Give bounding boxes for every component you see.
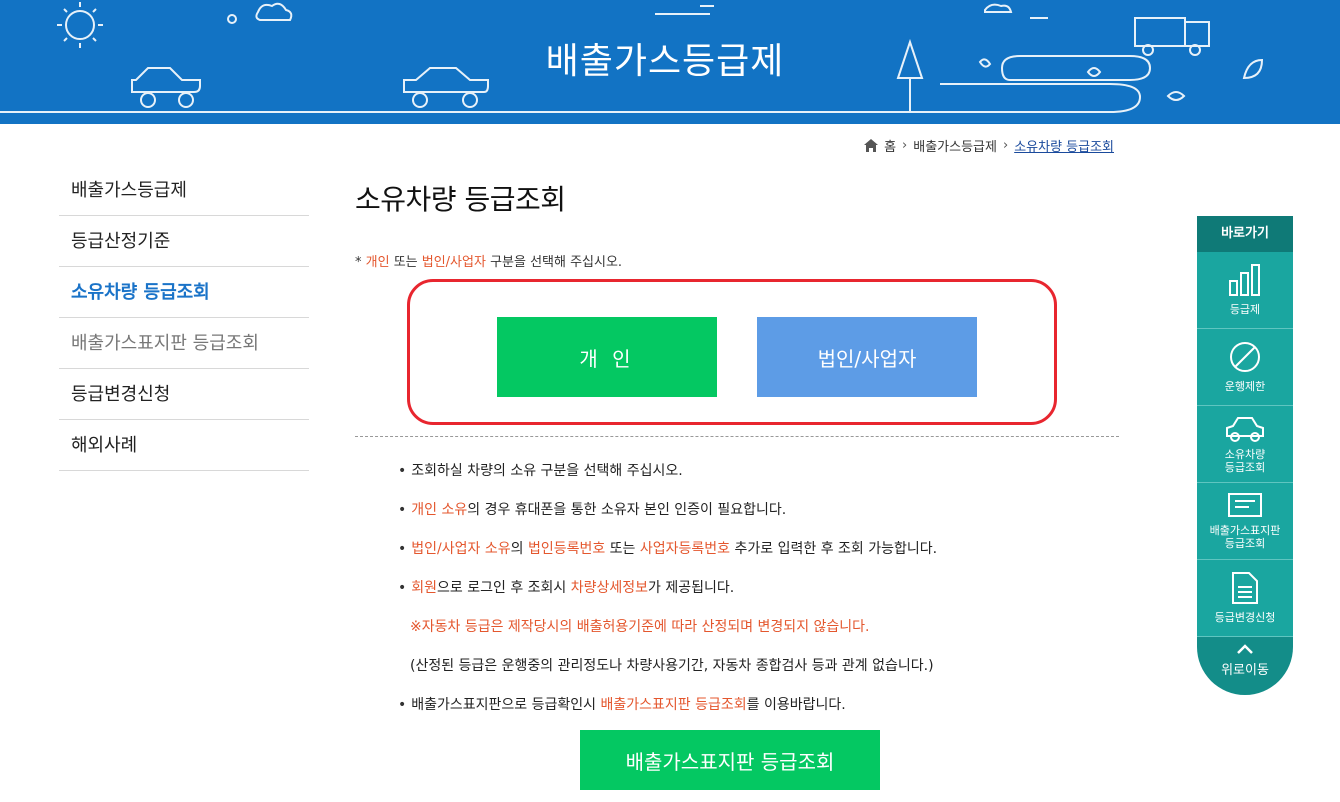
selection-notice: * 개인 또는 법인/사업자 구분을 선택해 주십시오. — [355, 255, 623, 270]
nav-item-vehicle-grade-lookup[interactable]: 소유차량 등급조회 — [59, 267, 309, 318]
info-item: 회원으로 로그인 후 조회시 차량상세정보가 제공됩니다. — [398, 577, 1118, 616]
individual-button[interactable]: 개 인 — [497, 317, 717, 397]
breadcrumb: 홈 › 배출가스등급제 › 소유차량 등급조회 — [864, 136, 1114, 155]
side-navigation: 배출가스등급제 등급산정기준 소유차량 등급조회 배출가스표지판 등급조회 등급… — [59, 165, 309, 471]
quick-item-grade-system[interactable]: 등급제 — [1197, 252, 1293, 329]
grade-notice: ※자동차 등급은 제작당시의 배출허용기준에 따라 산정되며 변경되지 않습니다… — [410, 619, 870, 635]
chevron-right-icon: › — [1002, 138, 1009, 153]
quick-item-vehicle-grade[interactable]: 소유차량 등급조회 — [1197, 406, 1293, 483]
info-item: 개인 소유의 경우 휴대폰을 통한 소유자 본인 인증이 필요합니다. — [398, 499, 1118, 538]
quick-menu: 바로가기 등급제 운행제한 소유차량 등급조회 배출가스표지판 등급조회 등급변… — [1197, 216, 1293, 698]
nav-item-grade-change-request[interactable]: 등급변경신청 — [59, 369, 309, 420]
car-icon — [1226, 417, 1264, 442]
corporate-button[interactable]: 법인/사업자 — [757, 317, 977, 397]
divider — [355, 436, 1119, 437]
quick-menu-title: 바로가기 — [1197, 216, 1293, 252]
quick-item-sign-grade[interactable]: 배출가스표지판 등급조회 — [1197, 483, 1293, 560]
banner-title: 배출가스등급제 — [545, 41, 785, 82]
breadcrumb-home[interactable]: 홈 — [884, 136, 896, 155]
breadcrumb-level1[interactable]: 배출가스등급제 — [913, 136, 997, 155]
nav-item-emission-grade[interactable]: 배출가스등급제 — [59, 165, 309, 216]
home-icon[interactable] — [864, 139, 879, 152]
top-banner: 배출가스등급제 — [0, 0, 1340, 124]
nav-item-overseas-cases[interactable]: 해외사례 — [59, 420, 309, 471]
bar-chart-icon — [1229, 264, 1260, 296]
quick-item-grade-change[interactable]: 등급변경신청 — [1197, 560, 1293, 637]
chevron-right-icon: › — [902, 138, 908, 153]
nav-item-sign-grade-lookup[interactable]: 배출가스표지판 등급조회 — [59, 318, 309, 369]
quick-item-operation-limit[interactable]: 운행제한 — [1197, 329, 1293, 406]
scroll-top-button[interactable]: 위로이동 — [1197, 637, 1293, 695]
page-title: 소유차량 등급조회 — [355, 183, 566, 216]
nav-item-grade-criteria[interactable]: 등급산정기준 — [59, 216, 309, 267]
prohibited-icon — [1230, 342, 1260, 372]
info-item: 배출가스표지판으로 등급확인시 배출가스표지판 등급조회를 이용바랍니다. — [398, 694, 1118, 733]
info-item: 법인/사업자 소유의 법인등록번호 또는 사업자등록번호 추가로 입력한 후 조… — [398, 538, 1118, 577]
breadcrumb-current[interactable]: 소유차량 등급조회 — [1014, 136, 1114, 155]
grade-note: (산정된 등급은 운행중의 관리정도나 차량사용기간, 자동차 종합검사 등과 … — [410, 658, 934, 674]
sign-board-icon — [1228, 493, 1262, 517]
document-icon — [1232, 572, 1258, 604]
info-list: 조회하실 차량의 소유 구분을 선택해 주십시오. 개인 소유의 경우 휴대폰을… — [398, 460, 1118, 733]
sign-grade-lookup-button[interactable]: 배출가스표지판 등급조회 — [580, 730, 880, 790]
info-item: 조회하실 차량의 소유 구분을 선택해 주십시오. — [398, 460, 1118, 499]
chevron-up-icon — [1237, 644, 1253, 654]
